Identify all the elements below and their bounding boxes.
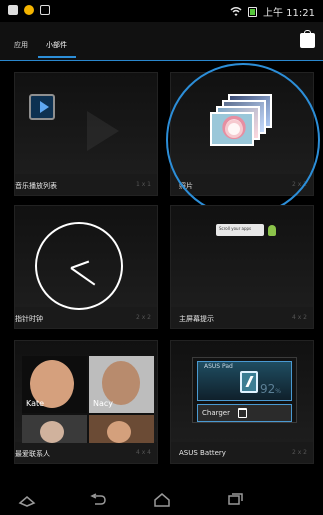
navigation-bar <box>0 485 323 515</box>
back-button[interactable] <box>90 492 108 506</box>
contact-tile: Kate <box>22 356 87 413</box>
status-bar: 上午 11:21 <box>0 0 323 22</box>
battery-icon <box>248 6 257 17</box>
up-icon[interactable] <box>18 492 36 507</box>
tab-apps[interactable]: 应用 <box>14 40 28 50</box>
clock-text: 上午 11:21 <box>263 8 315 19</box>
tab-widgets[interactable]: 小部件 <box>46 40 67 50</box>
clock-icon <box>35 222 123 310</box>
widget-preview <box>171 206 313 307</box>
contact-name: Nacy <box>93 399 114 408</box>
widget-drawer-header: 应用 小部件 <box>0 22 323 60</box>
contacts-preview: Kate Nacy <box>22 356 154 443</box>
widget-size: 1 x 1 <box>136 181 151 188</box>
widget-name: 指针时钟 <box>15 315 43 323</box>
system-status: 上午 11:21 <box>230 4 315 19</box>
screen-icon <box>40 5 50 15</box>
home-tip-preview: Scroll your apps <box>216 224 264 236</box>
widget-name: 最爱联系人 <box>15 450 50 458</box>
battery-status-panel: ASUS Pad 92% <box>197 361 292 401</box>
charger-status-panel: Charger <box>197 404 292 422</box>
widget-name: ASUS Battery <box>179 449 226 457</box>
recent-apps-button[interactable] <box>226 492 244 506</box>
widget-size: 2 x 2 <box>292 449 307 456</box>
charger-label: Charger <box>202 409 230 417</box>
widget-music-playlist[interactable]: 音乐播放列表 1 x 1 <box>14 72 158 196</box>
contact-tile <box>22 415 87 443</box>
widget-size: 2 x 2 <box>136 314 151 321</box>
widget-preview <box>15 73 157 174</box>
device-name: ASUS Pad <box>204 363 233 370</box>
app-notification-icon <box>24 5 34 15</box>
battery-percent: 92% <box>260 382 281 396</box>
battery-icon <box>240 371 258 393</box>
wifi-icon <box>230 6 242 16</box>
widget-size: 4 x 4 <box>136 449 151 456</box>
large-play-icon <box>87 111 119 151</box>
store-icon[interactable] <box>300 30 315 48</box>
android-icon <box>268 225 276 236</box>
notification-icons <box>8 5 50 15</box>
widget-name: 主屏幕提示 <box>179 315 214 323</box>
header-divider <box>0 60 323 61</box>
contact-tile: Nacy <box>89 356 154 413</box>
widget-name: 音乐播放列表 <box>15 182 57 190</box>
home-button[interactable] <box>153 492 171 507</box>
usb-icon <box>8 5 18 15</box>
active-tab-indicator <box>38 56 76 58</box>
battery-widget-preview: ASUS Pad 92% Charger <box>192 357 297 423</box>
contact-name: Kate <box>26 399 45 408</box>
play-icon <box>29 94 55 120</box>
selection-circle <box>166 63 320 217</box>
plug-icon <box>238 408 247 418</box>
widget-size: 4 x 2 <box>292 314 307 321</box>
contact-tile <box>89 415 154 443</box>
